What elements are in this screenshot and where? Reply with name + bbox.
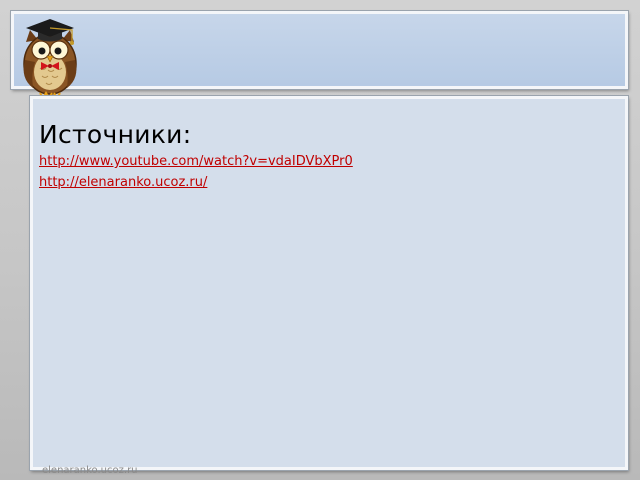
owl-graduate-icon: [23, 19, 77, 100]
header-panel: [11, 11, 628, 89]
source-link-youtube[interactable]: http://www.youtube.com/watch?v=vdaIDVbXP…: [39, 154, 353, 169]
footer-watermark: elenaranko.ucoz.ru: [42, 465, 138, 476]
content-panel: Источники: http://www.youtube.com/watch?…: [30, 96, 628, 470]
page-title: Источники:: [39, 120, 192, 149]
source-link-elenaranko[interactable]: http://elenaranko.ucoz.ru/: [39, 175, 207, 190]
